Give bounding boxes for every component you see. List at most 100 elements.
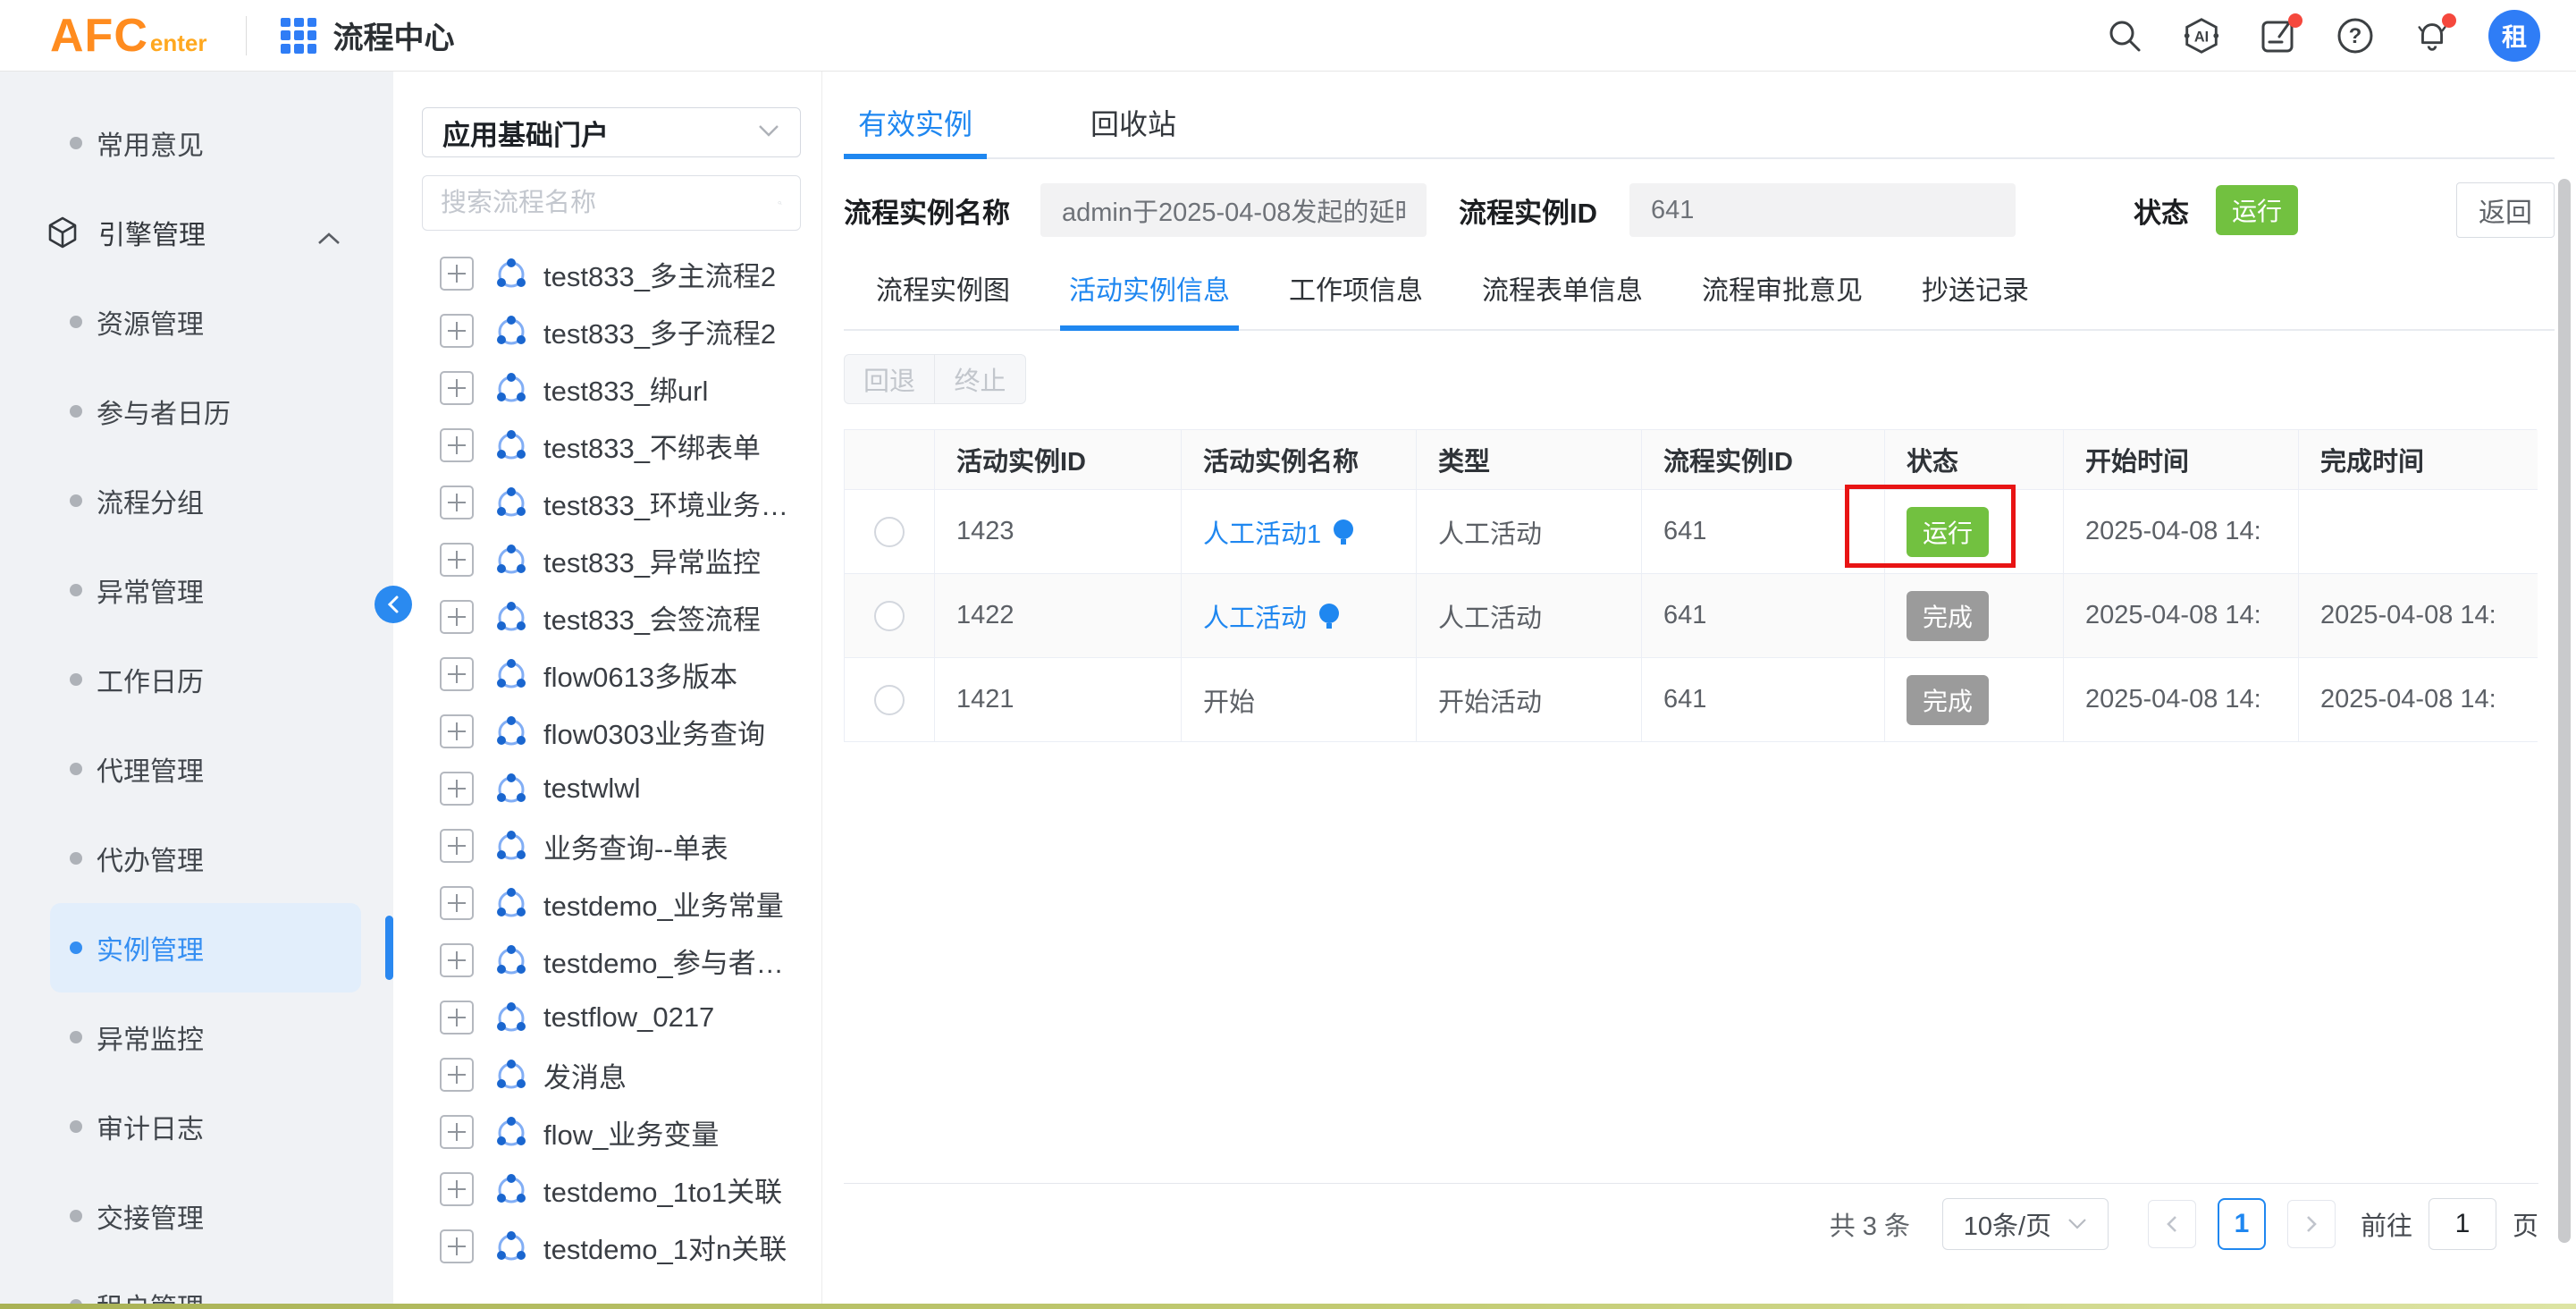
logo-text-primary: AFC [50, 9, 148, 63]
sidebar-item-agent-management[interactable]: 代理管理 [0, 724, 393, 814]
expand-plus-icon[interactable] [440, 543, 474, 577]
expand-plus-icon[interactable] [440, 1058, 474, 1092]
tree-item[interactable]: test833_异常监控 [422, 531, 796, 588]
tree-item[interactable]: flow0613多版本 [422, 646, 796, 703]
sidebar-item-instance-management[interactable]: 实例管理 [50, 903, 361, 992]
process-instance-name-input[interactable] [1040, 183, 1427, 237]
tree-item[interactable]: testwlwl [422, 760, 796, 817]
workflow-icon [493, 714, 529, 749]
expand-plus-icon[interactable] [440, 428, 474, 462]
tab-valid-instances[interactable]: 有效实例 [844, 95, 987, 157]
cell-end-time: 2025-04-08 14: [2299, 658, 2538, 742]
expand-plus-icon[interactable] [440, 371, 474, 405]
expand-plus-icon[interactable] [440, 943, 474, 977]
sidebar-item-participant-calendar[interactable]: 参与者日历 [0, 367, 393, 456]
goto-page-input[interactable] [2429, 1198, 2496, 1250]
bullet-dot-icon [70, 316, 82, 328]
expand-plus-icon[interactable] [440, 829, 474, 863]
tree-item-label: 发消息 [543, 1055, 627, 1095]
application-select[interactable]: 应用基础门户 [422, 107, 801, 157]
sidebar-item-tenant-management[interactable]: 租户管理 [0, 1261, 393, 1309]
tree-item[interactable]: test833_多主流程2 [422, 245, 796, 302]
sidebar-item-resource-management[interactable]: 资源管理 [0, 277, 393, 367]
notifications-bell-icon[interactable] [2412, 15, 2453, 56]
expand-plus-icon[interactable] [440, 314, 474, 348]
row-radio-button[interactable] [874, 517, 905, 547]
search-icon[interactable] [2104, 15, 2145, 56]
expand-plus-icon[interactable] [440, 600, 474, 634]
tab-process-form-info[interactable]: 流程表单信息 [1482, 268, 1643, 329]
tree-item-label: flow0303业务查询 [543, 712, 765, 752]
tree-item[interactable]: test833_绑url [422, 359, 796, 417]
vertical-scrollbar-thumb[interactable] [2558, 179, 2571, 1243]
process-search-input[interactable] [441, 189, 778, 218]
tree-item[interactable]: testdemo_业务常量 [422, 874, 796, 932]
tab-recycle-bin[interactable]: 回收站 [1076, 95, 1191, 157]
tree-item[interactable]: flow0303业务查询 [422, 703, 796, 760]
tree-item[interactable]: test833_环境业务状... [422, 474, 796, 531]
tree-item[interactable]: testdemo_1to1关联 [422, 1161, 796, 1218]
process-search-box [422, 175, 801, 231]
tree-item[interactable]: test833_会签流程 [422, 588, 796, 646]
next-page-button[interactable] [2287, 1200, 2336, 1248]
page-size-select[interactable]: 10条/页 [1942, 1198, 2109, 1250]
ai-assistant-icon[interactable]: AI [2181, 15, 2222, 56]
row-radio-button[interactable] [874, 685, 905, 715]
expand-plus-icon[interactable] [440, 257, 474, 291]
expand-plus-icon[interactable] [440, 657, 474, 691]
workflow-icon [493, 885, 529, 921]
header-end-time: 完成时间 [2299, 430, 2538, 490]
tab-workitem-info[interactable]: 工作项信息 [1289, 268, 1423, 329]
cell-type: 人工活动 [1417, 574, 1642, 658]
sidebar-item-work-calendar[interactable]: 工作日历 [0, 635, 393, 724]
tree-item[interactable]: testdemo_1对n关联 [422, 1218, 796, 1275]
expand-plus-icon[interactable] [440, 714, 474, 748]
tree-item[interactable]: test833_不绑表单 [422, 417, 796, 474]
sidebar-item-common-opinions[interactable]: 常用意见 [0, 98, 393, 188]
process-instance-name-label: 流程实例名称 [844, 190, 1010, 231]
compose-icon[interactable] [2258, 15, 2299, 56]
sidebar-nav: 常用意见 引擎管理 资源管理 参与者日历 流程分组 异常管理 工作日历 代理管理… [0, 72, 393, 1309]
tree-item[interactable]: 发消息 [422, 1046, 796, 1103]
app-grid-icon[interactable] [281, 18, 316, 54]
sidebar-item-audit-log[interactable]: 审计日志 [0, 1082, 393, 1171]
expand-plus-icon[interactable] [440, 1001, 474, 1035]
activity-name-link[interactable]: 人工活动 [1203, 597, 1341, 635]
rollback-button[interactable]: 回退 [844, 354, 935, 404]
tab-activity-instance-info[interactable]: 活动实例信息 [1069, 268, 1230, 329]
sidebar-item-process-group[interactable]: 流程分组 [0, 456, 393, 545]
row-radio-button[interactable] [874, 601, 905, 631]
back-button[interactable]: 返回 [2456, 182, 2555, 238]
tab-approval-opinions[interactable]: 流程审批意见 [1702, 268, 1863, 329]
sidebar-item-exception-management[interactable]: 异常管理 [0, 545, 393, 635]
tree-item[interactable]: flow_业务变量 [422, 1103, 796, 1161]
expand-plus-icon[interactable] [440, 772, 474, 806]
expand-plus-icon[interactable] [440, 1229, 474, 1263]
expand-plus-icon[interactable] [440, 886, 474, 920]
expand-plus-icon[interactable] [440, 1115, 474, 1149]
sidebar-item-handover-management[interactable]: 交接管理 [0, 1171, 393, 1261]
tab-cc-records[interactable]: 抄送记录 [1922, 268, 2029, 329]
sidebar-collapse-button[interactable] [375, 586, 412, 623]
sidebar-item-todo-management[interactable]: 代办管理 [0, 814, 393, 903]
expand-plus-icon[interactable] [440, 1172, 474, 1206]
help-icon[interactable]: ? [2335, 15, 2376, 56]
expand-plus-icon[interactable] [440, 486, 474, 519]
sidebar-group-engine-management[interactable]: 引擎管理 [0, 188, 393, 277]
terminate-button[interactable]: 终止 [935, 354, 1026, 404]
sidebar-item-exception-monitor[interactable]: 异常监控 [0, 992, 393, 1082]
tree-item[interactable]: 业务查询--单表 [422, 817, 796, 874]
sidebar-group-label: 引擎管理 [98, 213, 206, 252]
page-number-1[interactable]: 1 [2218, 1198, 2266, 1250]
svg-text:AI: AI [2194, 29, 2209, 45]
tree-item[interactable]: testdemo_参与者规则 [422, 932, 796, 989]
topbar-actions: AI ? [2104, 10, 2540, 62]
bullet-dot-icon [70, 852, 82, 865]
user-avatar[interactable]: 租 [2488, 10, 2540, 62]
tab-process-instance-diagram[interactable]: 流程实例图 [876, 268, 1010, 329]
tree-item[interactable]: test833_多子流程2 [422, 302, 796, 359]
tree-item[interactable]: testflow_0217 [422, 989, 796, 1046]
process-instance-id-input[interactable] [1629, 183, 2016, 237]
activity-name-link[interactable]: 人工活动1 [1203, 513, 1355, 551]
previous-page-button[interactable] [2148, 1200, 2196, 1248]
